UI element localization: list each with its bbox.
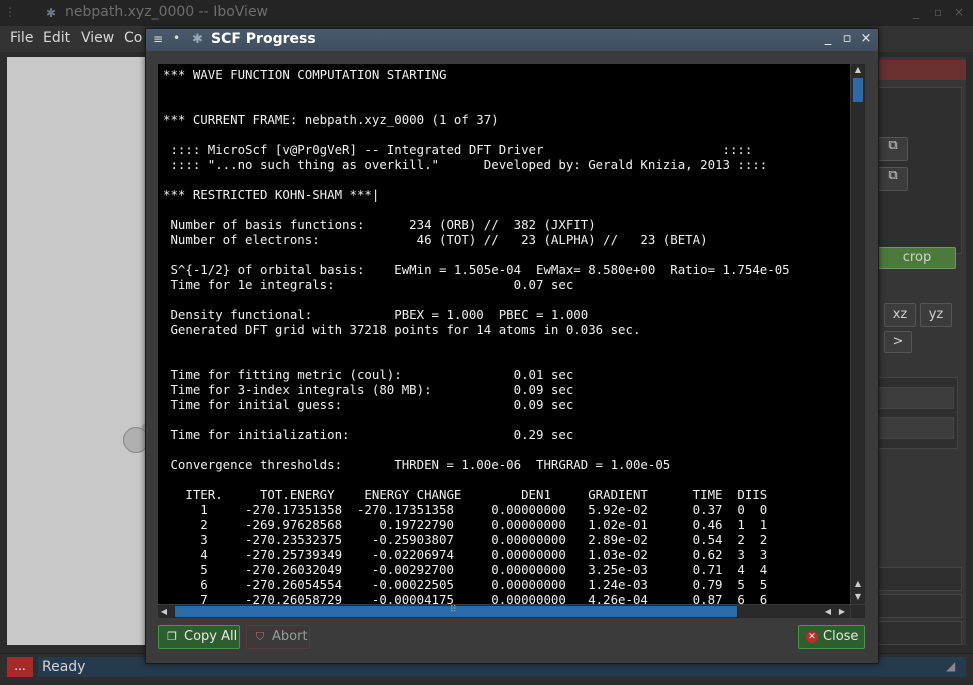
abort-button[interactable]: ⛉ Abort <box>246 625 310 649</box>
close-circle-icon: ✕ <box>806 631 818 643</box>
log-line: Time for 1e integrals: 0.07 sec <box>163 277 574 292</box>
log-line: 2 -269.97628568 0.19722790 0.00000000 1.… <box>163 517 768 532</box>
resize-grip-icon[interactable]: ◢ <box>946 659 955 673</box>
log-line: Convergence thresholds: THRDEN = 1.00e-0… <box>163 457 671 472</box>
dialog-pin-icon[interactable]: • <box>173 31 180 45</box>
log-line: *** WAVE FUNCTION COMPUTATION STARTING <box>163 67 447 82</box>
close-button[interactable]: ✕ Close <box>798 625 865 649</box>
close-label: Close <box>823 629 859 644</box>
menu-view[interactable]: View <box>81 30 114 46</box>
copy-icon: ❐ <box>167 630 177 643</box>
log-line: Number of electrons: 46 (TOT) // 23 (ALP… <box>163 232 708 247</box>
next-button[interactable]: > <box>884 331 912 353</box>
right-panel: ⧉ ⧉ crop xz yz > <box>876 57 966 645</box>
dialog-menu-icon[interactable]: ≡ <box>153 32 163 46</box>
scroll-left-small-icon[interactable]: ◀ <box>822 605 834 618</box>
main-titlebar: ⋮ ✱ nebpath.xyz_0000 -- IboView _ ▫ × <box>0 0 973 26</box>
minimize-icon[interactable]: _ <box>913 5 919 19</box>
main-window-title: nebpath.xyz_0000 -- IboView <box>65 4 269 20</box>
log-line: Number of basis functions: 234 (ORB) // … <box>163 217 596 232</box>
log-line: 1 -270.17351358 -270.17351358 0.00000000… <box>163 502 768 517</box>
copy-all-button[interactable]: ❐ Copy All <box>158 625 240 649</box>
dialog-minimize-icon[interactable]: _ <box>821 31 835 46</box>
copy-all-label: Copy All <box>184 629 238 644</box>
panel-field-1[interactable] <box>878 387 954 409</box>
vertical-scroll-thumb[interactable] <box>853 78 863 102</box>
log-line: 4 -270.25739349 -0.02206974 0.00000000 1… <box>163 547 768 562</box>
panel-row-3 <box>876 621 962 645</box>
log-line: Generated DFT grid with 37218 points for… <box>163 322 641 337</box>
log-line: Time for fitting metric (coul): 0.01 sec <box>163 367 574 382</box>
log-line: 6 -270.26054554 -0.00022505 0.00000000 1… <box>163 577 768 592</box>
abort-label: Abort <box>272 629 308 644</box>
dialog-close-icon[interactable]: × <box>859 31 873 46</box>
log-line: 5 -270.26032049 -0.00292700 0.00000000 3… <box>163 562 768 577</box>
scf-log-text: *** WAVE FUNCTION COMPUTATION STARTING *… <box>163 67 790 604</box>
status-menu-button[interactable]: ... <box>7 657 33 677</box>
molecule-viewport[interactable] <box>7 57 157 645</box>
scroll-right-icon[interactable]: ▶ <box>836 605 848 618</box>
view-xz-button[interactable]: xz <box>884 303 916 327</box>
copy-icon-button[interactable]: ⧉ <box>878 137 908 161</box>
dialog-app-icon: ✱ <box>192 32 203 47</box>
horizontal-scrollbar[interactable]: ◀ ⠿ ◀ ▶ <box>158 605 850 618</box>
view-yz-button[interactable]: yz <box>920 303 952 327</box>
scroll-up-icon[interactable]: ▲ <box>851 64 865 76</box>
panel-row-1 <box>876 567 962 591</box>
log-line: *** RESTRICTED KOHN-SHAM ***| <box>163 187 380 202</box>
crop-button[interactable]: crop <box>878 247 956 269</box>
panel-field-2[interactable] <box>878 417 954 439</box>
scf-log-output[interactable]: *** WAVE FUNCTION COMPUTATION STARTING *… <box>158 64 850 604</box>
scroll-corner <box>851 605 865 618</box>
panel-header <box>876 60 966 80</box>
dialog-titlebar[interactable]: ≡ • ✱ SCF Progress _ ▫ × <box>146 29 878 51</box>
scf-progress-dialog: ≡ • ✱ SCF Progress _ ▫ × *** WAVE FUNCTI… <box>145 28 879 664</box>
scroll-left-icon[interactable]: ◀ <box>158 605 170 618</box>
panel-row-2 <box>876 594 962 618</box>
close-icon[interactable]: × <box>954 5 964 19</box>
log-line: ITER. TOT.ENERGY ENERGY CHANGE DEN1 GRAD… <box>163 487 768 502</box>
shield-icon: ⛉ <box>255 630 265 643</box>
maximize-icon[interactable]: ▫ <box>934 5 942 19</box>
menu-compute[interactable]: Co <box>124 30 142 46</box>
window-menu-icon[interactable]: ⋮ <box>4 5 16 19</box>
log-line: *** CURRENT FRAME: nebpath.xyz_0000 (1 o… <box>163 112 499 127</box>
dialog-title: SCF Progress <box>211 31 316 47</box>
log-line: 7 -270.26058729 -0.00004175 0.00000000 4… <box>163 592 768 604</box>
log-line: Density functional: PBEX = 1.000 PBEC = … <box>163 307 589 322</box>
menu-edit[interactable]: Edit <box>43 30 70 46</box>
scroll-grip-icon: ⠿ <box>450 605 457 615</box>
log-line: S^{-1/2} of orbital basis: EwMin = 1.505… <box>163 262 790 277</box>
dialog-maximize-icon[interactable]: ▫ <box>840 31 854 46</box>
log-line: Time for initial guess: 0.09 sec <box>163 397 574 412</box>
log-line: 3 -270.23532375 -0.25903807 0.00000000 2… <box>163 532 768 547</box>
menu-file[interactable]: File <box>10 30 33 46</box>
vertical-scrollbar[interactable]: ▲ ▲ ▼ <box>851 64 865 604</box>
log-line: Time for initialization: 0.29 sec <box>163 427 574 442</box>
scroll-up-small-icon[interactable]: ▲ <box>851 578 865 590</box>
log-line: Time for 3-index integrals (80 MB): 0.09… <box>163 382 574 397</box>
scroll-down-icon[interactable]: ▼ <box>851 591 865 603</box>
log-line: :::: MicroScf [v@Pr0gVeR] -- Integrated … <box>163 142 753 157</box>
log-line: :::: "...no such thing as overkill." Dev… <box>163 157 768 172</box>
paste-icon-button[interactable]: ⧉ <box>878 167 908 191</box>
app-icon: ✱ <box>46 6 57 20</box>
